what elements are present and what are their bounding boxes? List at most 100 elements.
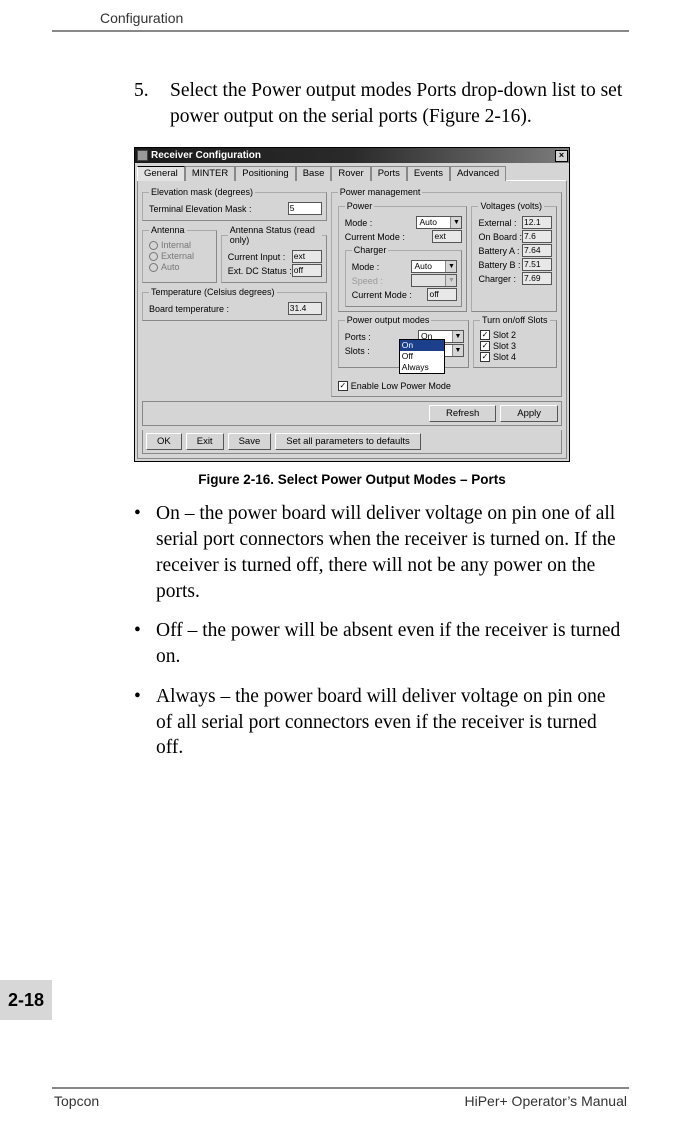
charger-speed-label: Speed : xyxy=(352,276,383,286)
defaults-button[interactable]: Set all parameters to defaults xyxy=(275,433,421,450)
tab-events[interactable]: Events xyxy=(407,166,450,181)
ports-option-on[interactable]: On xyxy=(400,340,444,351)
bullet-text: Off – the power will be absent even if t… xyxy=(156,618,623,669)
group-power-output-modes: Power output modes Ports : On▼ Slots : ▼ xyxy=(338,315,469,368)
ports-option-always[interactable]: Always xyxy=(400,362,444,373)
system-icon xyxy=(137,150,148,161)
radio-icon xyxy=(149,241,158,250)
antenna-auto[interactable]: Auto xyxy=(149,262,212,272)
voltage-value: 7.69 xyxy=(522,272,552,285)
voltage-label: Battery B : xyxy=(478,260,520,270)
current-input-label: Current Input : xyxy=(228,252,286,262)
ext-dc-value: off xyxy=(292,264,322,277)
power-legend: Power xyxy=(345,201,375,211)
charger-current-mode-value: off xyxy=(427,288,457,301)
bullet-always: • Always – the power board will deliver … xyxy=(134,684,623,761)
voltage-label: External : xyxy=(478,218,516,228)
temperature-label: Board temperature : xyxy=(149,304,229,314)
tab-positioning[interactable]: Positioning xyxy=(235,166,295,181)
bullet-dot: • xyxy=(134,618,156,669)
page-number: 2-18 xyxy=(0,980,52,1020)
elevation-legend: Elevation mask (degrees) xyxy=(149,187,255,197)
charger-legend: Charger xyxy=(352,245,389,255)
slot2-checkbox[interactable]: ✓Slot 2 xyxy=(480,330,552,340)
slot3-checkbox[interactable]: ✓Slot 3 xyxy=(480,341,552,351)
chevron-down-icon: ▼ xyxy=(445,261,456,272)
charger-mode-label: Mode : xyxy=(352,262,380,272)
voltage-label: On Board : xyxy=(478,232,522,242)
step-number: 5. xyxy=(134,78,170,129)
charger-mode-dropdown[interactable]: Auto▼ xyxy=(411,260,457,273)
apply-button[interactable]: Apply xyxy=(500,405,558,422)
tab-advanced[interactable]: Advanced xyxy=(450,166,506,181)
figure-screenshot: Receiver Configuration × General MINTER … xyxy=(134,147,623,487)
temperature-legend: Temperature (Celsius degrees) xyxy=(149,287,277,297)
antenna-status-legend: Antenna Status (read only) xyxy=(228,225,322,245)
footer: Topcon HiPer+ Operator’s Manual xyxy=(52,1087,629,1109)
refresh-button[interactable]: Refresh xyxy=(429,405,496,422)
ports-option-off[interactable]: Off xyxy=(400,351,444,362)
chevron-down-icon: ▼ xyxy=(450,217,461,228)
ports-label: Ports : xyxy=(345,332,371,342)
save-button[interactable]: Save xyxy=(228,433,272,450)
chevron-down-icon: ▼ xyxy=(452,345,463,356)
checkbox-icon: ✓ xyxy=(480,352,490,362)
bullet-text: On – the power board will deliver voltag… xyxy=(156,501,623,604)
tab-rover[interactable]: Rover xyxy=(331,166,370,181)
power-management-legend: Power management xyxy=(338,187,423,197)
slots-legend: Turn on/off Slots xyxy=(480,315,550,325)
group-power-management: Power management Power Mode : Auto▼ xyxy=(331,187,562,397)
step-5: 5. Select the Power output modes Ports d… xyxy=(134,78,623,129)
figure-caption: Figure 2-16. Select Power Output Modes –… xyxy=(134,472,570,487)
antenna-external[interactable]: External xyxy=(149,251,212,261)
tab-minter[interactable]: MINTER xyxy=(185,166,235,181)
current-input-value: ext xyxy=(292,250,322,263)
voltage-value: 7.6 xyxy=(522,230,552,243)
tab-general[interactable]: General xyxy=(137,166,185,181)
group-charger: Charger Mode : Auto▼ Speed : ▼ xyxy=(345,245,463,307)
group-voltages: Voltages (volts) External :12.1 On Board… xyxy=(471,201,557,312)
group-antenna-status: Antenna Status (read only) Current Input… xyxy=(221,225,327,283)
group-power: Power Mode : Auto▼ Current Mode : ext xyxy=(338,201,468,312)
ports-dropdown-list: On Off Always xyxy=(399,339,445,374)
ext-dc-label: Ext. DC Status : xyxy=(228,266,292,276)
antenna-internal[interactable]: Internal xyxy=(149,240,212,250)
radio-icon xyxy=(149,252,158,261)
bullet-text: Always – the power board will deliver vo… xyxy=(156,684,623,761)
tabs: General MINTER Positioning Base Rover Po… xyxy=(135,163,569,180)
chevron-down-icon: ▼ xyxy=(445,275,456,286)
power-current-mode-value: ext xyxy=(432,230,462,243)
voltage-value: 7.51 xyxy=(522,258,552,271)
bullet-dot: • xyxy=(134,684,156,761)
bullet-dot: • xyxy=(134,501,156,604)
group-temperature: Temperature (Celsius degrees) Board temp… xyxy=(142,287,327,321)
tab-base[interactable]: Base xyxy=(296,166,332,181)
checkbox-icon: ✓ xyxy=(480,330,490,340)
elevation-label: Terminal Elevation Mask : xyxy=(149,204,252,214)
elevation-input[interactable]: 5 xyxy=(288,202,322,215)
power-mode-dropdown[interactable]: Auto▼ xyxy=(416,216,462,229)
charger-speed-dropdown: ▼ xyxy=(411,274,457,287)
close-icon[interactable]: × xyxy=(555,150,568,162)
header-rule xyxy=(52,30,629,32)
slots-label: Slots : xyxy=(345,346,370,356)
tab-body: Elevation mask (degrees) Terminal Elevat… xyxy=(137,180,567,459)
titlebar: Receiver Configuration × xyxy=(135,148,569,163)
voltage-label: Charger : xyxy=(478,274,516,284)
checkbox-icon: ✓ xyxy=(480,341,490,351)
footer-rule xyxy=(52,1087,629,1089)
tab-ports[interactable]: Ports xyxy=(371,166,407,181)
voltage-label: Battery A : xyxy=(478,246,519,256)
ok-button[interactable]: OK xyxy=(146,433,182,450)
slot4-checkbox[interactable]: ✓Slot 4 xyxy=(480,352,552,362)
running-head: Configuration xyxy=(100,10,629,26)
exit-button[interactable]: Exit xyxy=(186,433,224,450)
panel-ok-exit: OK Exit Save Set all parameters to defau… xyxy=(142,430,562,454)
charger-current-mode-label: Current Mode : xyxy=(352,290,412,300)
power-mode-label: Mode : xyxy=(345,218,373,228)
low-power-checkbox[interactable]: ✓ Enable Low Power Mode xyxy=(338,381,557,391)
chevron-down-icon: ▼ xyxy=(452,331,463,342)
checkbox-icon: ✓ xyxy=(338,381,348,391)
receiver-configuration-dialog: Receiver Configuration × General MINTER … xyxy=(134,147,570,462)
voltages-legend: Voltages (volts) xyxy=(478,201,544,211)
